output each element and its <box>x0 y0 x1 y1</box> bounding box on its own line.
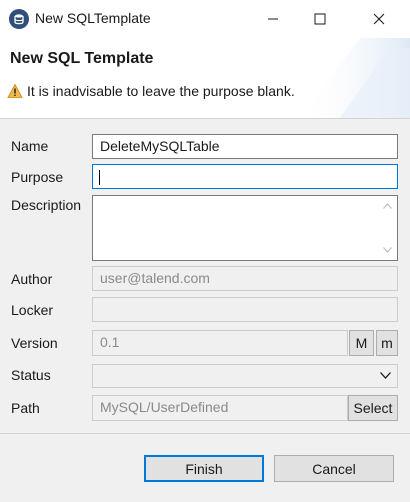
major-version-button[interactable]: M <box>349 330 374 356</box>
warning-icon <box>7 83 23 98</box>
purpose-label: Purpose <box>11 169 64 185</box>
banner-message: It is inadvisable to leave the purpose b… <box>7 83 295 99</box>
purpose-field[interactable] <box>92 164 398 189</box>
minimize-button[interactable] <box>250 0 296 38</box>
close-button[interactable] <box>356 0 402 38</box>
maximize-button[interactable] <box>297 0 343 38</box>
bottom-separator <box>0 433 410 434</box>
name-label: Name <box>11 138 49 154</box>
select-path-button[interactable]: Select <box>348 395 398 421</box>
window-title: New SQLTemplate <box>35 10 151 26</box>
banner-title: New SQL Template <box>10 50 154 67</box>
scroll-up-icon[interactable] <box>383 203 392 209</box>
top-separator <box>0 118 410 119</box>
minor-version-button[interactable]: m <box>376 330 398 356</box>
cancel-button[interactable]: Cancel <box>274 455 394 482</box>
description-scrollbar[interactable] <box>379 197 396 259</box>
locker-field <box>92 297 398 322</box>
app-icon <box>9 9 29 29</box>
description-label: Description <box>11 197 82 213</box>
path-field: MySQL/UserDefined <box>92 395 348 421</box>
status-label: Status <box>11 367 51 383</box>
minimize-icon <box>268 18 278 20</box>
name-field[interactable]: DeleteMySQLTable <box>92 134 398 159</box>
title-bar: New SQLTemplate <box>0 0 410 38</box>
author-field: user@talend.com <box>92 266 398 291</box>
close-icon <box>373 13 385 25</box>
status-dropdown[interactable] <box>92 364 398 388</box>
finish-button[interactable]: Finish <box>144 455 264 482</box>
banner-message-text: It is inadvisable to leave the purpose b… <box>27 83 295 99</box>
text-cursor <box>99 169 100 185</box>
locker-label: Locker <box>11 302 54 318</box>
version-label: Version <box>11 335 58 351</box>
chevron-down-icon <box>380 372 391 379</box>
header-banner: New SQL Template It is inadvisable to le… <box>0 38 410 118</box>
author-label: Author <box>11 271 53 287</box>
version-field: 0.1 <box>92 330 348 356</box>
maximize-icon <box>314 13 326 25</box>
banner-decoration <box>300 38 410 118</box>
scroll-down-icon[interactable] <box>383 247 392 253</box>
description-field[interactable] <box>92 195 398 261</box>
path-label: Path <box>11 400 40 416</box>
